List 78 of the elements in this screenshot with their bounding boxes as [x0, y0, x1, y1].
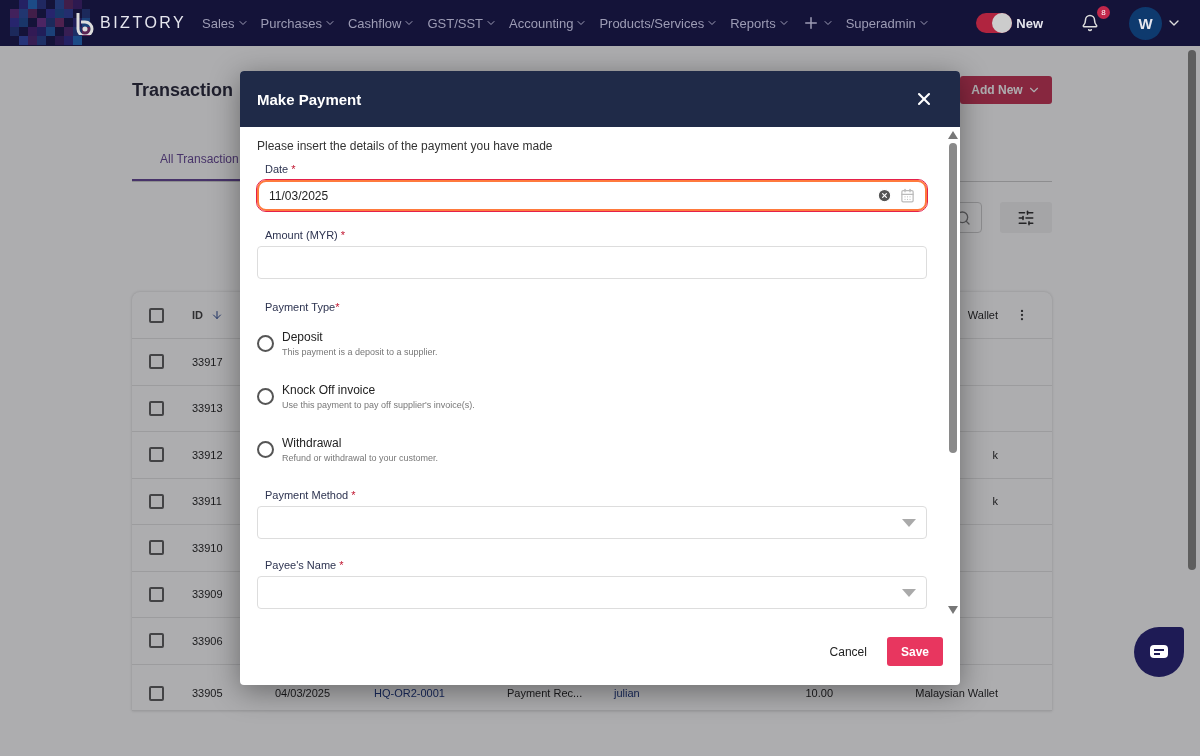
radio-button[interactable] [257, 441, 274, 458]
page-title: Transaction [132, 79, 234, 101]
field-label: Payment Type* [264, 301, 341, 313]
field-label: Date * [264, 163, 297, 175]
option-label: Deposit [282, 330, 324, 344]
required-mark: * [339, 559, 344, 571]
notification-icon[interactable] [1081, 14, 1099, 32]
table-cell: 10.00 [805, 687, 833, 700]
option-description: This payment is a deposit to a supplier. [282, 347, 438, 357]
option-label: Withdrawal [282, 436, 343, 450]
table-cell-text: 33917 [191, 355, 224, 368]
table-cell-text: 33913 [191, 402, 224, 415]
brand-name: BIZTORY [100, 14, 187, 32]
checkbox[interactable] [149, 685, 164, 701]
checkbox[interactable] [149, 307, 164, 323]
table-cell-text: 33909 [191, 588, 224, 601]
table-cell: Malaysian Wallet [915, 687, 998, 700]
table-cell-text: 33906 [191, 634, 224, 647]
checkbox[interactable] [149, 354, 164, 370]
table-cell: 04/03/2025 [275, 687, 331, 700]
checkbox[interactable] [149, 540, 164, 556]
table-cell: k [992, 495, 998, 508]
nav-menu-item[interactable]: Accounting [509, 15, 588, 31]
checkbox[interactable] [149, 633, 164, 649]
add-new-button[interactable]: Add New [960, 76, 1052, 104]
table-cell[interactable]: HQ-OR2-0001 [374, 687, 445, 700]
nav-menu-item[interactable]: Superadmin [845, 15, 930, 31]
filter-button[interactable] [1000, 202, 1052, 233]
chat-icon [1149, 644, 1169, 660]
checkbox[interactable] [149, 586, 164, 602]
nav-menu-item[interactable]: Products/Services [599, 15, 719, 31]
table-cell-text: 33912 [191, 448, 224, 461]
checkbox[interactable] [149, 400, 164, 416]
filter-icon [1017, 208, 1035, 227]
select-field[interactable] [257, 576, 927, 609]
date-field[interactable]: 11/03/2025 [257, 180, 927, 211]
nav-menu-item[interactable]: Sales [202, 15, 249, 31]
radio-button[interactable] [257, 388, 274, 405]
table-cell: k [992, 448, 998, 461]
column-header[interactable]: ID [192, 309, 203, 321]
nav-menu-item[interactable]: Purchases [260, 15, 336, 31]
nav-menu-item[interactable]: GST/SST [427, 15, 498, 31]
checkbox[interactable] [149, 447, 164, 463]
scroll-down-icon[interactable] [948, 606, 958, 614]
save-button[interactable]: Save [886, 637, 943, 666]
toggle-switch[interactable] [976, 13, 1013, 33]
nav-menu-item[interactable]: Cashflow [347, 15, 416, 31]
table-cell-text: 33911 [191, 495, 223, 508]
nav-menu-item[interactable]: Reports [730, 15, 790, 31]
option-description: Refund or withdrawal to your customer. [282, 453, 439, 463]
required-mark: * [351, 489, 356, 501]
option-label: Knock Off invoice [282, 383, 377, 397]
required-mark: * [335, 301, 340, 313]
logo-icon [74, 11, 96, 35]
table-cell-text: 33905 [191, 687, 224, 700]
chat-button[interactable] [1134, 627, 1184, 677]
checkbox[interactable] [149, 493, 164, 509]
amount-field[interactable] [257, 246, 927, 279]
notification-badge: 8 [1097, 6, 1110, 19]
dialog-title: Make Payment [257, 90, 362, 108]
required-mark: * [291, 163, 296, 175]
field-label: Payment Method * [264, 489, 357, 501]
scrollbar[interactable] [949, 143, 957, 453]
radio-button[interactable] [257, 335, 274, 352]
table-cell[interactable]: julian [614, 687, 640, 700]
select-field[interactable] [257, 506, 927, 539]
table-cell: Payment Rec... [507, 687, 583, 700]
scrollbar[interactable] [1188, 50, 1196, 570]
table-cell-text: 33910 [191, 541, 224, 554]
option-description: Use this payment to pay off supplier's invoice(s). [282, 400, 475, 410]
cancel-button[interactable]: Cancel [829, 637, 867, 666]
required-mark: * [340, 229, 346, 241]
toggle-label: New [1016, 15, 1043, 31]
scroll-up-icon[interactable] [948, 131, 958, 139]
field-label: Payee's Name * [264, 559, 345, 571]
field-label: Amount (MYR) * [264, 229, 347, 241]
user-avatar[interactable]: W [1129, 6, 1162, 40]
clear-icon[interactable] [877, 188, 892, 203]
